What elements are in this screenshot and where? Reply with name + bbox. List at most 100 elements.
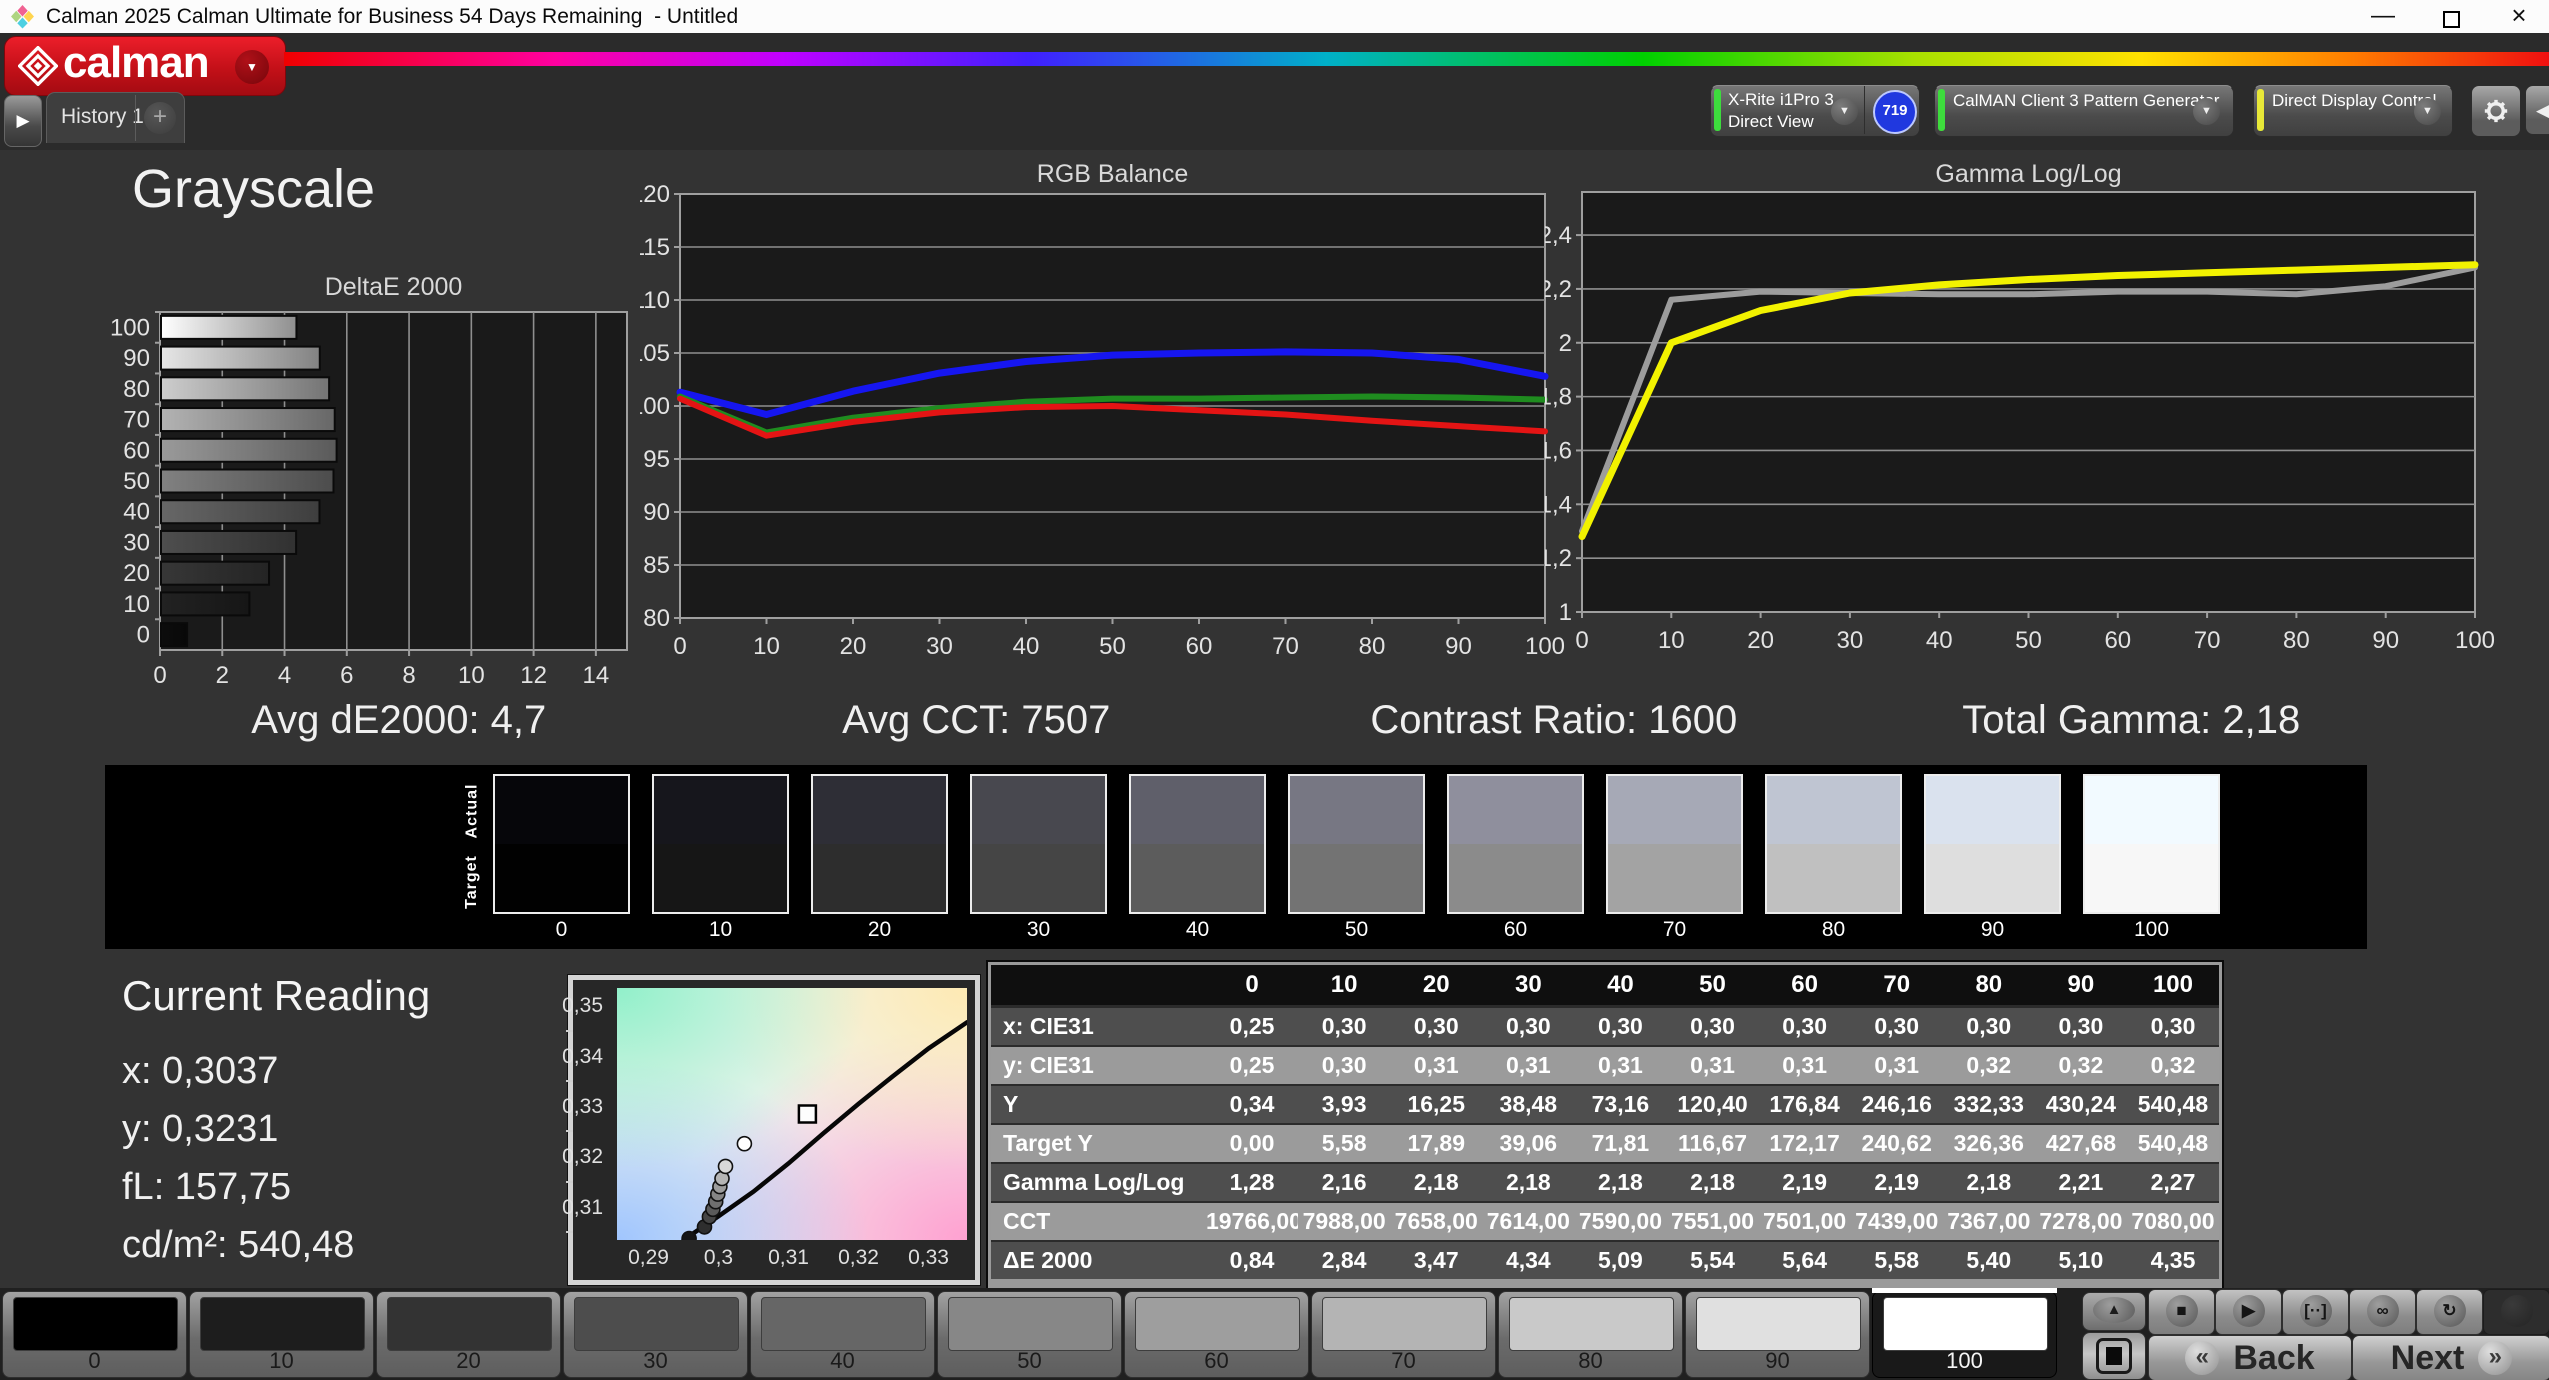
svg-text:DeltaE 2000: DeltaE 2000 <box>325 273 463 301</box>
collapse-panel-button[interactable]: ◀ <box>2525 85 2549 135</box>
display-control-dropdown[interactable]: Direct Display Control ▼ <box>2253 85 2453 137</box>
patch-button-0[interactable]: 0 <box>2 1291 187 1378</box>
patch-button-60[interactable]: 60 <box>1124 1291 1309 1378</box>
table-value-cell: 540,48 <box>2137 1130 2209 1156</box>
cie-y-tick-label: 0,35 <box>562 994 603 1042</box>
svg-text:40: 40 <box>1013 633 1040 660</box>
svg-text:Gamma Log/Log: Gamma Log/Log <box>1935 160 2121 188</box>
calman-menu-dropdown-icon[interactable]: ▼ <box>235 50 269 84</box>
swatch-box <box>1606 774 1743 914</box>
swatch-row-label: Actual <box>457 775 487 846</box>
table-value-cell: 326,36 <box>1953 1130 2024 1156</box>
swatch-box <box>493 774 630 914</box>
deltae-bar-chart: DeltaE 2000 0 2 4 6 8 10 12 14 100 90 80 70 60 50 40 30 2… <box>110 255 655 689</box>
spectrum-bar <box>284 52 2549 66</box>
swatch-target <box>2085 844 2218 912</box>
table-header-cell: 30 <box>1514 971 1542 998</box>
svg-text:80: 80 <box>2283 627 2310 654</box>
table-value-cell: 2,18 <box>1690 1169 1735 1195</box>
table-value-cell: 17,89 <box>1407 1130 1466 1156</box>
play-button[interactable]: ▶ <box>2215 1289 2282 1335</box>
table-value-cell: 19766,00 <box>1206 1208 1299 1234</box>
minimize-button[interactable]: — <box>2355 0 2411 33</box>
table-value-cell: 73,16 <box>1591 1091 1650 1117</box>
patch-button-40[interactable]: 40 <box>750 1291 935 1378</box>
cie-x-tick-label: 0,29 <box>628 1246 669 1269</box>
grayscale-swatch-strip: Actual Target 0 10 20 30 40 50 60 70 80 90 100 <box>105 765 2367 949</box>
svg-text:2,4: 2,4 <box>1545 222 1572 249</box>
patch-button-100[interactable]: 100 <box>1872 1291 2057 1378</box>
grayscale-swatch-40: 40 <box>1129 765 1266 949</box>
svg-text:20: 20 <box>1747 627 1774 654</box>
patch-size-up-button[interactable]: ▲ <box>2082 1292 2146 1331</box>
table-value-cell: 38,48 <box>1499 1091 1558 1117</box>
refresh-button[interactable]: ↻ <box>2416 1289 2483 1335</box>
cie-y-tick-label: 0,34 <box>562 1045 603 1093</box>
title-bar: Calman 2025 Calman Ultimate for Business… <box>0 0 2549 33</box>
continuous-measure-button[interactable]: ∞ <box>2349 1289 2416 1335</box>
table-value-cell: 0,32 <box>2150 1052 2196 1078</box>
svg-text:2,2: 2,2 <box>1545 276 1572 303</box>
patch-window-icon <box>2096 1338 2132 1374</box>
table-value-cell: 4,35 <box>2150 1247 2196 1273</box>
table-value-cell: 116,67 <box>1677 1130 1748 1156</box>
table-row-label: x: CIE31 <box>1003 1013 1094 1039</box>
patch-button-50[interactable]: 50 <box>937 1291 1122 1378</box>
patch-swatch <box>387 1297 552 1351</box>
table-value-cell: 7988,00 <box>1302 1208 1386 1234</box>
table-value-cell: 240,62 <box>1861 1130 1932 1156</box>
svg-text:50: 50 <box>123 468 150 495</box>
table-header-cell: 80 <box>1975 971 2003 998</box>
add-tab-button[interactable]: + <box>144 102 176 134</box>
svg-text:12: 12 <box>520 662 547 685</box>
patch-button-70[interactable]: 70 <box>1311 1291 1496 1378</box>
meter-dropdown[interactable]: X-Rite i1Pro 3 Direct View ▼ 719 <box>1710 85 1920 137</box>
patch-button-90[interactable]: 90 <box>1685 1291 1870 1378</box>
svg-text:0: 0 <box>1575 627 1588 654</box>
patch-window-button[interactable] <box>2082 1332 2146 1380</box>
swatch-target <box>1290 844 1423 912</box>
pattern-generator-dropdown[interactable]: CalMAN Client 3 Pattern Generator ▼ <box>1934 85 2234 137</box>
inactive-transport-button <box>2483 1289 2549 1335</box>
patch-label: 90 <box>1765 1348 1790 1373</box>
table-value-cell: 5,54 <box>1690 1247 1735 1273</box>
svg-text:30: 30 <box>926 633 953 660</box>
svg-text:8: 8 <box>402 662 415 685</box>
play-icon: ▶ <box>2232 1295 2265 1327</box>
close-button[interactable]: × <box>2491 0 2547 33</box>
svg-text:100: 100 <box>110 314 150 341</box>
calman-diamond-icon <box>18 46 58 86</box>
stop-button[interactable]: ■ <box>2148 1289 2215 1335</box>
tab-scroll-button[interactable]: ▶ <box>4 95 42 147</box>
patch-button-30[interactable]: 30 <box>563 1291 748 1378</box>
table-row: y: CIE31 0,25 0,30 0,31 0,31 0,31 0,31 0,31 0,31… <box>991 1047 2219 1084</box>
svg-text:110: 110 <box>640 287 670 314</box>
step-measure-icon: [··] <box>2299 1295 2332 1327</box>
table-value-cell: 7551,00 <box>1670 1208 1755 1234</box>
table-value-cell: 172,17 <box>1769 1130 1840 1156</box>
settings-button[interactable] <box>2471 85 2521 137</box>
patch-button-10[interactable]: 10 <box>189 1291 374 1378</box>
table-row-label: Y <box>1003 1091 1019 1117</box>
step-measure-button[interactable]: [··] <box>2282 1289 2349 1335</box>
table-value-cell: 0,30 <box>1874 1013 1920 1039</box>
patch-button-20[interactable]: 20 <box>376 1291 561 1378</box>
restore-button[interactable] <box>2423 0 2479 33</box>
swatch-actual <box>1290 776 1423 844</box>
calman-menu-button[interactable]: calman ▼ <box>4 36 286 96</box>
chevron-down-icon: ▼ <box>2193 98 2220 125</box>
next-button[interactable]: Next » <box>2352 1335 2549 1380</box>
table-header-cell: 60 <box>1791 971 1818 998</box>
back-button[interactable]: « Back <box>2148 1335 2352 1380</box>
tab-history-1[interactable]: History 1 + <box>46 92 185 143</box>
table-value-cell: 7658,00 <box>1394 1208 1478 1234</box>
swatch-target <box>1608 844 1741 912</box>
patch-button-80[interactable]: 80 <box>1498 1291 1683 1378</box>
current-reading-values: x: 0,3037 y: 0,3231 fL: 157,75 cd/m²: 540,4… <box>122 1042 552 1274</box>
patch-swatch <box>200 1297 365 1351</box>
table-value-cell: 2,18 <box>1505 1169 1551 1195</box>
svg-text:1: 1 <box>1559 599 1572 626</box>
svg-text:1,6: 1,6 <box>1545 437 1572 464</box>
grayscale-swatch-20: 20 <box>811 765 948 949</box>
svg-text:0: 0 <box>673 633 686 660</box>
